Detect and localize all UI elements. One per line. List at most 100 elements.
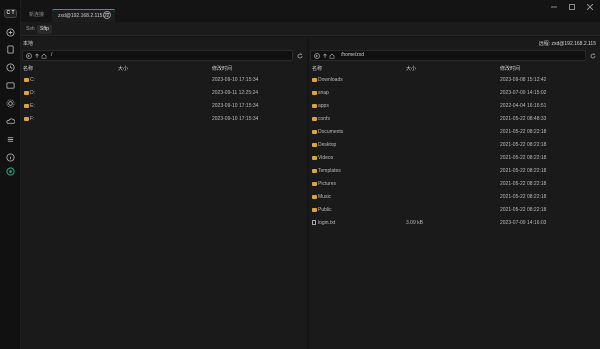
table-row[interactable]: F: 2023-09-10 17:15:34 (21, 114, 307, 125)
column-size[interactable]: 大小 (406, 65, 416, 72)
folder-icon (312, 169, 317, 173)
back-icon[interactable] (313, 52, 320, 59)
table-row[interactable]: login.txt 3.09 kB 2023-07-09 14:16:03 (309, 218, 600, 229)
back-icon[interactable] (25, 52, 32, 59)
column-size[interactable]: 大小 (118, 65, 128, 72)
folder-icon (312, 208, 317, 212)
file-name: E: (30, 103, 35, 109)
minimize-icon[interactable] (549, 2, 559, 12)
home-icon[interactable] (328, 52, 335, 59)
file-modified: 2023-09-10 17:15:34 (212, 103, 259, 109)
folder-icon (24, 104, 29, 108)
file-name: confs (318, 116, 330, 122)
table-row[interactable]: D: 2023-09-11 12:25:24 (21, 88, 307, 99)
home-icon[interactable] (40, 52, 47, 59)
table-row[interactable]: Templates 2021-05-22 08:22:18 (309, 166, 600, 177)
column-name[interactable]: 名称 (312, 65, 322, 72)
close-icon[interactable] (585, 2, 595, 12)
folder-icon (312, 117, 317, 121)
folder-icon (312, 78, 317, 82)
file-name: C: (30, 77, 35, 83)
tab-ssh[interactable]: Ssh (23, 25, 38, 34)
column-modified[interactable]: 修改时间 (212, 65, 232, 72)
file-modified: 2022-04-04 16:16:51 (500, 103, 547, 109)
local-pane: 本地 名称 大小 修改时间 C: 2023-09-10 17:15:34 D: … (21, 37, 307, 349)
local-refresh-icon[interactable] (295, 51, 304, 60)
file-name: apps (318, 103, 329, 109)
folder-icon (24, 117, 29, 121)
local-path-bar (22, 50, 293, 61)
file-modified: 2021-05-22 08:22:18 (500, 168, 547, 174)
folder-icon (312, 182, 317, 186)
remote-title: 远程: zxd@192.168.2.115 (538, 41, 596, 47)
remote-path-bar (310, 50, 586, 61)
table-row[interactable]: Desktop 2021-05-22 08:22:18 (309, 140, 600, 151)
folder-icon (312, 104, 317, 108)
list-icon[interactable] (5, 134, 16, 145)
folder-icon (24, 91, 29, 95)
remote-refresh-icon[interactable] (588, 51, 597, 60)
history-icon[interactable] (5, 62, 16, 73)
folder-icon (312, 143, 317, 147)
file-modified: 2023-09-11 12:25:24 (212, 90, 259, 96)
app-window: C T 新连接 zxd@192.168.2.115:22 + Ssh Sftp … (0, 0, 600, 349)
table-row[interactable]: snap 2023-07-09 14:15:02 (309, 88, 600, 99)
table-row[interactable]: Downloads 2023-09-08 15:12:42 (309, 75, 600, 86)
file-modified: 2023-07-09 14:15:02 (500, 90, 547, 96)
app-logo: C T (4, 9, 17, 18)
table-row[interactable]: Public 2021-05-22 08:22:18 (309, 205, 600, 216)
status-icon[interactable] (5, 166, 16, 177)
file-name: Documents (318, 129, 344, 135)
table-row[interactable]: Pictures 2021-05-22 08:22:18 (309, 179, 600, 190)
table-row[interactable]: Documents 2021-05-22 08:22:18 (309, 127, 600, 138)
file-modified: 2021-05-22 08:22:18 (500, 129, 547, 135)
table-row[interactable]: apps 2022-04-04 16:16:51 (309, 101, 600, 112)
file-modified: 2021-05-22 08:22:18 (500, 194, 547, 200)
file-name: Desktop (318, 142, 337, 148)
remote-pane: 远程: zxd@192.168.2.115 名称 大小 修改时间 Downloa… (309, 37, 600, 349)
folder-icon (24, 78, 29, 82)
up-icon[interactable] (33, 52, 40, 59)
file-name: snap (318, 90, 329, 96)
folder-icon (312, 91, 317, 95)
local-path-input[interactable] (51, 51, 281, 60)
file-modified: 2021-05-22 08:22:18 (500, 155, 547, 161)
file-name: Videos (318, 155, 334, 161)
file-icon (312, 220, 316, 225)
table-row[interactable]: E: 2023-09-10 17:15:34 (21, 101, 307, 112)
file-modified: 2023-09-10 17:15:34 (212, 77, 259, 83)
cloud-icon[interactable] (5, 116, 16, 127)
file-name: login.txt (318, 220, 336, 226)
file-modified: 2023-09-10 17:15:34 (212, 116, 259, 122)
tab-sftp[interactable]: Sftp (37, 25, 52, 34)
remote-path-input[interactable] (341, 51, 571, 60)
sidebar-rail: C T (0, 0, 21, 349)
file-name: D: (30, 90, 35, 96)
info-icon[interactable] (5, 152, 16, 163)
folder-icon (312, 156, 317, 160)
file-modified: 2023-09-08 15:12:42 (500, 77, 547, 83)
add-tab-button[interactable]: + (103, 11, 111, 19)
column-name[interactable]: 名称 (23, 65, 33, 72)
folder-icon (312, 130, 317, 134)
file-name: Public (318, 207, 332, 213)
tab-new-connection[interactable]: 新连接 (23, 9, 50, 22)
table-row[interactable]: Music 2021-05-22 08:22:18 (309, 192, 600, 203)
settings-icon[interactable] (5, 98, 16, 109)
table-row[interactable]: C: 2023-09-10 17:15:34 (21, 75, 307, 86)
titlebar: 新连接 zxd@192.168.2.115:22 + (21, 0, 600, 22)
maximize-icon[interactable] (567, 2, 577, 12)
file-modified: 2021-05-22 08:48:33 (500, 116, 547, 122)
column-modified[interactable]: 修改时间 (500, 65, 520, 72)
terminal-icon[interactable] (5, 80, 16, 91)
up-icon[interactable] (321, 52, 328, 59)
file-icon[interactable] (5, 44, 16, 55)
file-modified: 2021-05-22 08:22:18 (500, 207, 547, 213)
table-row[interactable]: Videos 2021-05-22 08:22:18 (309, 153, 600, 164)
file-modified: 2021-05-22 08:22:18 (500, 181, 547, 187)
table-row[interactable]: confs 2021-05-22 08:48:33 (309, 114, 600, 125)
folder-icon (312, 195, 317, 199)
file-name: Music (318, 194, 332, 200)
protocol-tabs: Ssh Sftp (21, 22, 600, 36)
add-connection-icon[interactable] (5, 27, 16, 38)
